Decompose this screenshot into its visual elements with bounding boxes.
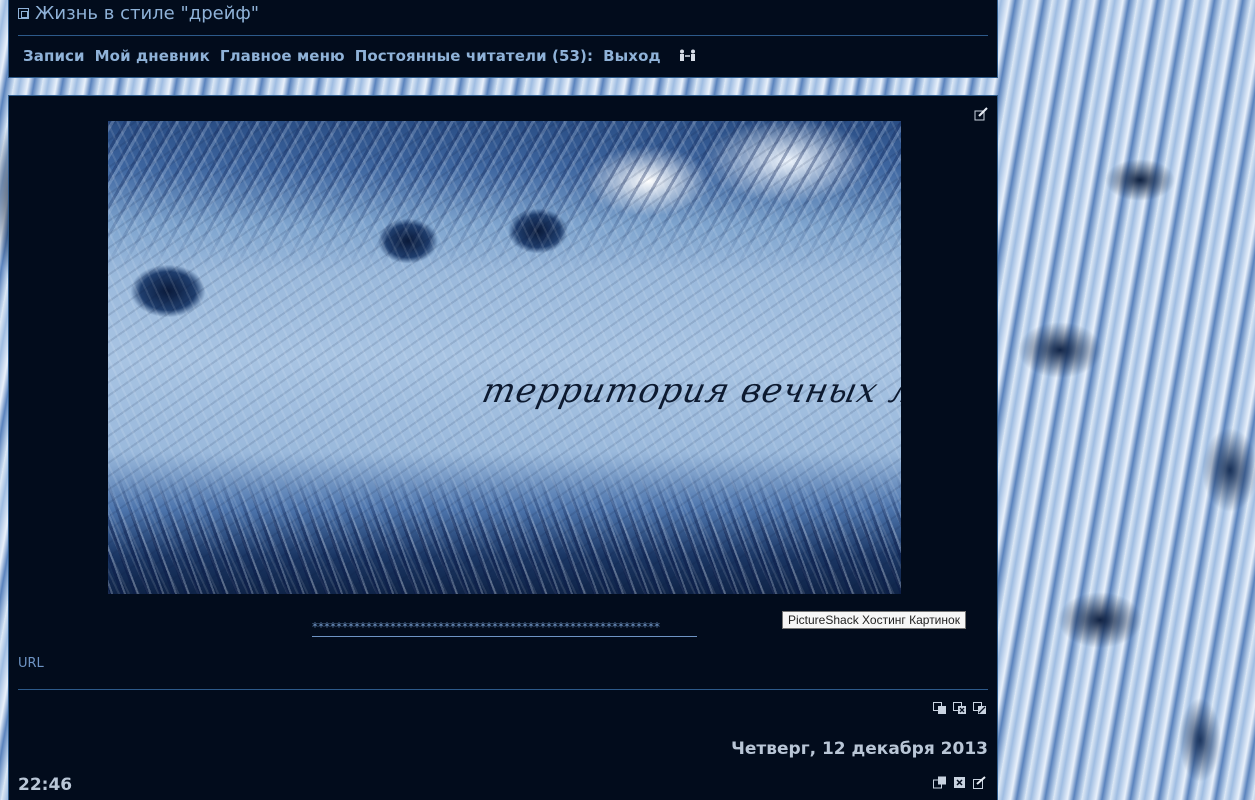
- nav-posts[interactable]: Записи: [23, 47, 85, 65]
- main-nav: Записи Мой дневник Главное меню Постоянн…: [23, 47, 699, 65]
- nav-logout[interactable]: Выход: [603, 47, 661, 65]
- entry-date: Четверг, 12 декабря 2013: [731, 739, 988, 759]
- edit-pencil-icon[interactable]: [974, 106, 988, 121]
- ice-crystals-top: [108, 121, 901, 271]
- banner-image: территория вечных льдов: [108, 121, 901, 594]
- diary-title[interactable]: Жизнь в стиле "дрейф": [35, 3, 259, 24]
- diary-title-row[interactable]: Жизнь в стиле "дрейф": [18, 3, 259, 24]
- delete-icon[interactable]: [953, 774, 967, 788]
- image-tooltip: PictureShack Хостинг Картинок: [782, 611, 966, 629]
- copy-icon[interactable]: [933, 774, 947, 789]
- nav-main-menu[interactable]: Главное меню: [220, 47, 345, 65]
- nav-my-diary[interactable]: Мой дневник: [95, 47, 210, 65]
- delete-icon[interactable]: [953, 700, 967, 714]
- entry-actions: [933, 774, 987, 789]
- nav-readers[interactable]: Постоянные читатели (53):: [355, 47, 593, 65]
- edit-icon[interactable]: [973, 774, 987, 789]
- entry-time[interactable]: 22:46: [18, 775, 72, 795]
- edit-icon[interactable]: [973, 700, 987, 714]
- stars-separator-link[interactable]: ****************************************…: [312, 620, 697, 637]
- diary-header: Жизнь в стиле "дрейф" Записи Мой дневник…: [8, 0, 998, 78]
- header-divider: [18, 35, 988, 36]
- ice-crystals-bottom: [108, 474, 901, 594]
- diary-icon: [18, 8, 29, 19]
- post-actions: [933, 700, 987, 714]
- post-divider: [18, 689, 988, 690]
- banner-caption: территория вечных льдов: [478, 371, 901, 411]
- copy-icon[interactable]: [933, 700, 947, 714]
- url-link[interactable]: URL: [18, 656, 44, 671]
- readers-icon[interactable]: [677, 49, 699, 64]
- diary-post: территория вечных льдов ****************…: [8, 95, 998, 800]
